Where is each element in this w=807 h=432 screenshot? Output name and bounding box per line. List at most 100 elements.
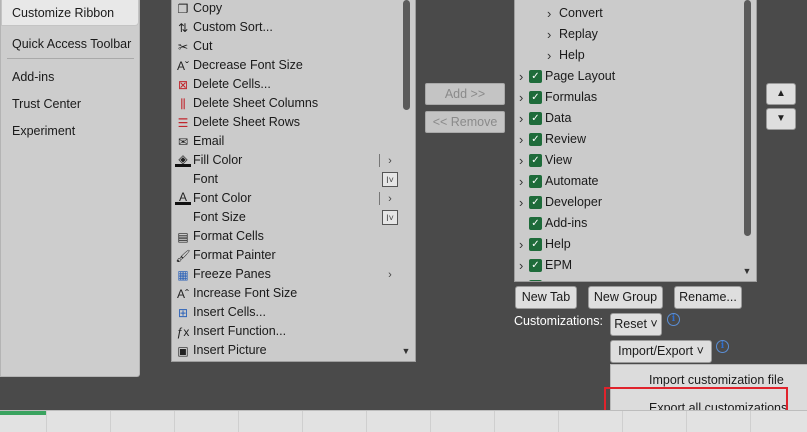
nav-item-quick-access-toolbar[interactable]: Quick Access Toolbar xyxy=(12,37,131,51)
tree-item[interactable]: › Help xyxy=(515,46,740,67)
checkbox-checked-icon[interactable]: ✓ xyxy=(529,259,542,272)
tree-item-label: Help xyxy=(545,237,571,251)
command-item[interactable]: ▣ Insert Picture xyxy=(172,341,402,360)
chevron-right-icon[interactable]: › xyxy=(519,259,529,273)
new-tab-button[interactable]: New Tab xyxy=(515,286,577,309)
tree-item[interactable]: › ✓ EPM xyxy=(515,256,740,277)
copy-icon: ❐ xyxy=(177,1,189,16)
nav-item-trust-center[interactable]: Trust Center xyxy=(12,97,81,111)
tree-item[interactable]: › ✓ Page Layout xyxy=(515,67,740,88)
new-group-button[interactable]: New Group xyxy=(588,286,663,309)
checkbox-checked-icon[interactable]: ✓ xyxy=(529,217,542,230)
command-item[interactable]: ⊠ Delete Cells... xyxy=(172,75,402,94)
command-item[interactable]: ❐ Copy xyxy=(172,0,402,18)
nav-item-customize-ribbon[interactable]: Customize Ribbon xyxy=(12,6,114,20)
command-item[interactable]: ☰ Delete Sheet Rows xyxy=(172,113,402,132)
nav-item-experiment[interactable]: Experiment xyxy=(12,124,75,138)
command-item[interactable]: ▤ Format Cells xyxy=(172,227,402,246)
checkbox-checked-icon[interactable]: ✓ xyxy=(529,175,542,188)
tree-item[interactable]: › ✓ Automate xyxy=(515,172,740,193)
checkbox-checked-icon[interactable]: ✓ xyxy=(529,196,542,209)
command-item[interactable]: ✉ Email xyxy=(172,132,402,151)
checkbox-checked-icon[interactable]: ✓ xyxy=(529,91,542,104)
tree-item[interactable]: › ✓ View xyxy=(515,151,740,172)
checkbox-checked-icon[interactable]: ✓ xyxy=(529,133,542,146)
tree-item-label: Data xyxy=(545,111,572,125)
command-item[interactable]: Aˇ Decrease Font Size xyxy=(172,56,402,75)
reset-dropdown-button[interactable]: Reset ˅ xyxy=(610,313,662,336)
command-item[interactable]: Font I˅ xyxy=(172,170,402,189)
tree-item[interactable]: ✓ Add-ins xyxy=(515,214,740,235)
add-button[interactable]: Add >> xyxy=(425,83,505,105)
tree-scroll-down-icon[interactable]: ▼ xyxy=(741,266,753,276)
command-item[interactable]: Aˆ Increase Font Size xyxy=(172,284,402,303)
grid-column-line xyxy=(686,411,687,432)
checkbox-checked-icon[interactable]: ✓ xyxy=(529,154,542,167)
chevron-right-icon[interactable]: › xyxy=(519,133,529,147)
move-down-button[interactable]: ▼ xyxy=(766,108,796,130)
chevron-right-icon[interactable]: › xyxy=(519,112,529,126)
split-divider xyxy=(379,192,380,205)
chevron-right-icon[interactable]: › xyxy=(519,175,529,189)
command-item[interactable]: ⊞ Insert Cells... xyxy=(172,303,402,322)
worksheet-grid-strip xyxy=(0,410,807,432)
decrease-font-icon: Aˇ xyxy=(177,58,189,73)
checkbox-checked-icon[interactable]: ✓ xyxy=(529,238,542,251)
tree-item[interactable]: › Convert xyxy=(515,4,740,25)
command-item[interactable]: ✂ Cut xyxy=(172,37,402,56)
command-label: Delete Sheet Columns xyxy=(193,96,319,110)
commands-list[interactable]: ❐ Copy ⇅ Custom Sort... ✂ Cut Aˇ Decrease Font … xyxy=(171,0,416,362)
command-label: Font Color xyxy=(193,191,252,205)
menu-item-import-customization-file[interactable]: Import customization file xyxy=(649,373,784,387)
nav-item-add-ins[interactable]: Add-ins xyxy=(12,70,54,84)
tree-item-label: Review xyxy=(545,132,586,146)
command-item[interactable]: Font Size I˅ xyxy=(172,208,402,227)
chevron-right-icon[interactable]: › xyxy=(547,7,557,21)
checkbox-checked-icon[interactable]: ✓ xyxy=(529,112,542,125)
command-item[interactable]: 🖌 Format Painter xyxy=(172,246,402,265)
tree-scrollbar-thumb[interactable] xyxy=(744,0,751,236)
tree-item[interactable]: › ✓ Data xyxy=(515,109,740,130)
commands-scrollbar-thumb[interactable] xyxy=(403,0,410,110)
import-export-dropdown-button[interactable]: Import/Export ˅ xyxy=(610,340,712,363)
tree-item[interactable]: ›✓Data Manager xyxy=(515,277,740,282)
chevron-right-icon[interactable]: › xyxy=(547,49,557,63)
chevron-right-icon[interactable]: › xyxy=(519,70,529,84)
grid-column-line xyxy=(750,411,751,432)
command-item[interactable]: A Font Color › xyxy=(172,189,402,208)
command-label: Font Size xyxy=(193,210,246,224)
import-export-info-icon[interactable]: i xyxy=(716,340,729,353)
command-item[interactable]: ⫼ Delete Sheet Columns xyxy=(172,94,402,113)
command-label: Decrease Font Size xyxy=(193,58,303,72)
grid-column-line xyxy=(110,411,111,432)
chevron-right-icon[interactable]: › xyxy=(519,91,529,105)
checkbox-checked-icon[interactable]: ✓ xyxy=(529,70,542,83)
commands-scroll-down-icon[interactable]: ▼ xyxy=(400,346,412,356)
command-label: Delete Sheet Rows xyxy=(193,115,301,129)
tree-item[interactable]: › ✓ Help xyxy=(515,235,740,256)
command-label: Copy xyxy=(193,1,223,15)
chevron-right-icon[interactable]: › xyxy=(519,280,529,282)
rename-button[interactable]: Rename... xyxy=(674,286,742,309)
reset-info-icon[interactable]: i xyxy=(667,313,680,326)
checkbox-checked-icon[interactable]: ✓ xyxy=(529,280,542,281)
command-label: Font xyxy=(193,172,219,186)
remove-button[interactable]: << Remove xyxy=(425,111,505,133)
move-up-button[interactable]: ▲ xyxy=(766,83,796,105)
chevron-right-icon[interactable]: › xyxy=(519,238,529,252)
tree-item[interactable]: › ✓ Review xyxy=(515,130,740,151)
tree-item[interactable]: › Replay xyxy=(515,25,740,46)
command-item[interactable]: ƒx Insert Function... xyxy=(172,322,402,341)
command-item[interactable]: ⇅ Custom Sort... xyxy=(172,18,402,37)
tree-item[interactable]: › ✓ Developer xyxy=(515,193,740,214)
delete-cells-icon: ⊠ xyxy=(177,77,189,92)
tree-item[interactable]: › ✓ Formulas xyxy=(515,88,740,109)
command-item[interactable]: ◈ Fill Color › xyxy=(172,151,402,170)
ribbon-tabs-tree[interactable]: › Convert › Replay › Help › ✓ Page Layout › ✓ Formu… xyxy=(514,0,757,282)
chevron-right-icon[interactable]: › xyxy=(519,154,529,168)
command-item[interactable]: ▦ Freeze Panes › xyxy=(172,265,402,284)
grid-column-line xyxy=(238,411,239,432)
chevron-right-icon[interactable]: › xyxy=(519,196,529,210)
delete-rows-icon: ☰ xyxy=(177,115,189,130)
chevron-right-icon[interactable]: › xyxy=(547,28,557,42)
